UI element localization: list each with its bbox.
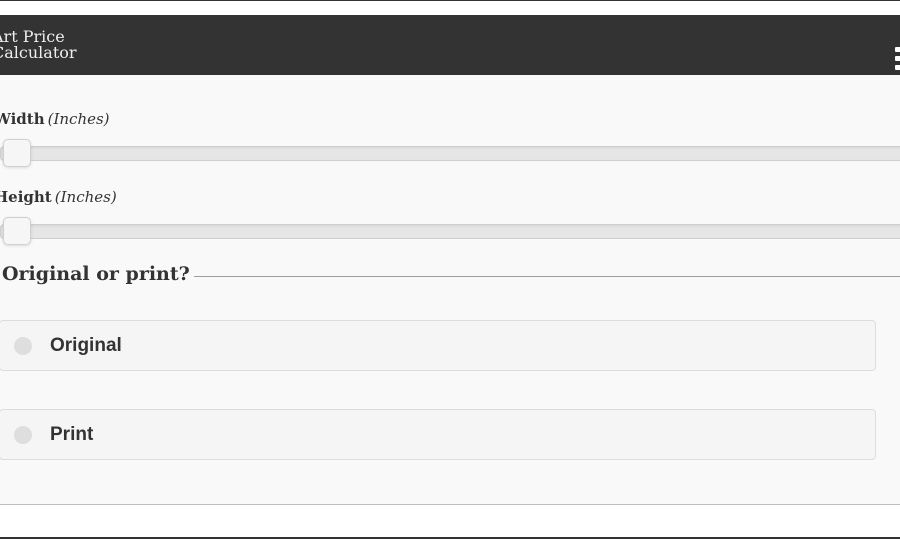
- hamburger-menu-icon[interactable]: [893, 47, 900, 73]
- type-legend: Original or print?: [0, 263, 194, 285]
- radio-option-print[interactable]: Print: [0, 409, 876, 460]
- width-label-text: Width: [0, 110, 45, 128]
- radio-label-print[interactable]: Print: [50, 424, 93, 446]
- radio-option-original[interactable]: Original: [0, 320, 876, 371]
- radio-label-original[interactable]: Original: [50, 335, 122, 357]
- height-slider-handle[interactable]: [3, 217, 31, 245]
- calculator-form: Width (Inches) Height (Inches) Original or…: [0, 75, 900, 505]
- width-slider-handle[interactable]: [3, 139, 31, 167]
- app-title-line-2: Calculator: [0, 43, 77, 62]
- height-slider-label: Height (Inches): [0, 188, 117, 206]
- app-header: Art Price Calculator: [0, 15, 900, 75]
- height-unit-text: (Inches): [54, 188, 117, 206]
- width-slider-label: Width (Inches): [0, 110, 110, 128]
- radio-button-icon[interactable]: [14, 337, 32, 355]
- height-label-text: Height: [0, 188, 52, 206]
- width-unit-text: (Inches): [47, 110, 110, 128]
- top-border: [0, 0, 900, 1]
- app-title: Art Price Calculator: [0, 29, 77, 61]
- width-slider-track[interactable]: [0, 146, 900, 161]
- radio-button-icon[interactable]: [14, 426, 32, 444]
- height-slider-track[interactable]: [0, 224, 900, 239]
